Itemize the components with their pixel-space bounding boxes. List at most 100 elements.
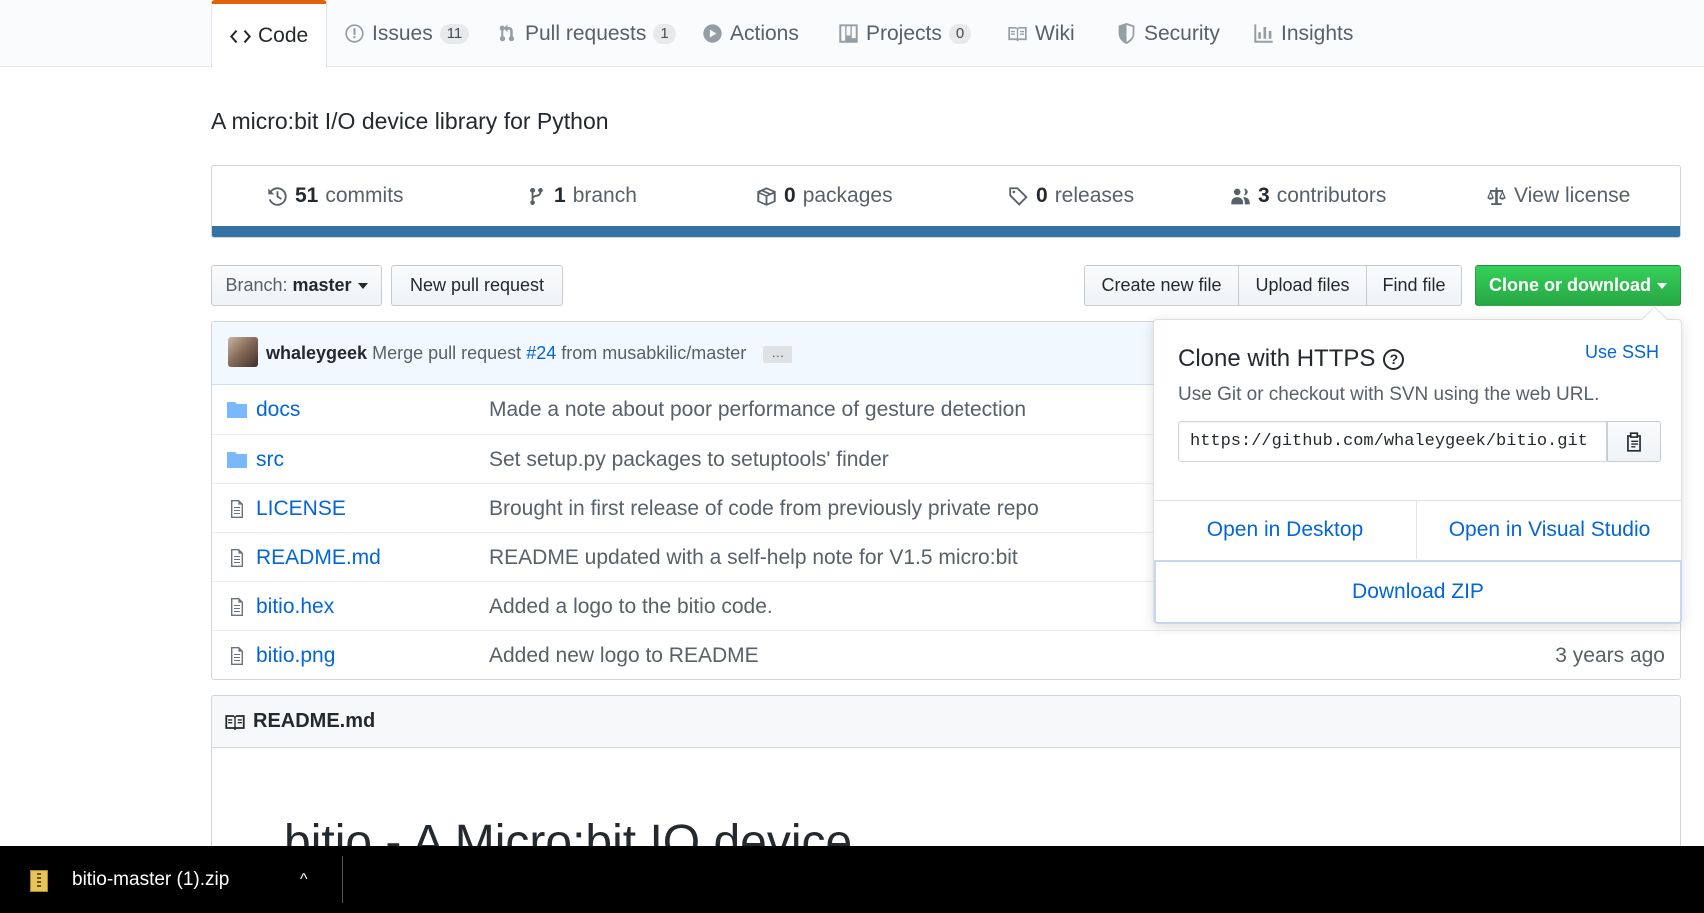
branch-label: branch bbox=[572, 184, 637, 207]
avatar[interactable] bbox=[228, 337, 258, 367]
file-icon bbox=[231, 598, 243, 616]
releases-label: releases bbox=[1054, 184, 1135, 207]
graph-icon bbox=[1254, 24, 1273, 43]
file-row: bitio.png Added new logo to README 3 yea… bbox=[212, 630, 1680, 679]
tab-pull-requests[interactable]: Pull requests 1 bbox=[479, 0, 694, 67]
clone-or-download-button[interactable]: Clone or download bbox=[1475, 265, 1681, 306]
branch-count: 1 bbox=[554, 184, 566, 207]
file-icon bbox=[231, 500, 243, 518]
use-ssh-link[interactable]: Use SSH bbox=[1585, 342, 1659, 363]
issues-counter: 11 bbox=[439, 23, 470, 44]
history-icon bbox=[268, 186, 287, 206]
file-commit-message[interactable]: Made a note about poor performance of ge… bbox=[489, 398, 1026, 422]
file-name[interactable]: src bbox=[256, 448, 284, 472]
file-name[interactable]: docs bbox=[256, 398, 300, 422]
find-file-button[interactable]: Find file bbox=[1366, 265, 1462, 306]
file-icon bbox=[231, 647, 243, 665]
tab-security[interactable]: Security bbox=[1098, 0, 1238, 67]
branch-link[interactable]: 1 branch bbox=[526, 184, 637, 208]
people-icon bbox=[1231, 188, 1250, 204]
packages-link[interactable]: 0 packages bbox=[756, 184, 893, 208]
commit-message-suffix: from musabkilic/master bbox=[561, 343, 747, 363]
clone-title-text: Clone with HTTPS bbox=[1178, 345, 1376, 372]
language-bar[interactable] bbox=[212, 226, 1680, 237]
tab-insights[interactable]: Insights bbox=[1235, 0, 1371, 67]
play-icon bbox=[703, 24, 722, 43]
project-icon bbox=[839, 24, 858, 43]
tab-label: Wiki bbox=[1035, 21, 1075, 45]
open-in-desktop-button[interactable]: Open in Desktop bbox=[1154, 501, 1417, 559]
folder-icon bbox=[227, 452, 247, 468]
commits-label: commits bbox=[325, 184, 404, 207]
package-icon bbox=[757, 186, 776, 206]
tab-label: Projects bbox=[866, 21, 942, 45]
releases-link[interactable]: 0 releases bbox=[1008, 184, 1134, 208]
commit-pr-link[interactable]: #24 bbox=[526, 343, 556, 363]
branch-select-button[interactable]: Branch: master bbox=[211, 265, 382, 306]
pr-counter: 1 bbox=[653, 23, 676, 44]
branch-prefix: Branch: bbox=[225, 275, 288, 295]
commit-author[interactable]: whaleygeek bbox=[266, 343, 367, 363]
tab-label: Pull requests bbox=[525, 21, 647, 45]
file-commit-message[interactable]: Brought in first release of code from pr… bbox=[489, 497, 1039, 521]
caret-down-icon bbox=[357, 282, 368, 289]
license-link[interactable]: View license bbox=[1486, 184, 1630, 208]
download-zip-button[interactable]: Download ZIP bbox=[1154, 560, 1682, 624]
file-commit-message[interactable]: Set setup.py packages to setuptools' fin… bbox=[489, 448, 889, 472]
download-bar: bitio-master (1).zip ^ bbox=[0, 846, 1704, 913]
contributors-count: 3 bbox=[1258, 184, 1270, 207]
tab-label: Actions bbox=[730, 21, 799, 45]
packages-label: packages bbox=[802, 184, 893, 207]
tab-issues[interactable]: Issues 11 bbox=[326, 0, 487, 67]
branch-icon bbox=[530, 187, 543, 205]
contributors-label: contributors bbox=[1276, 184, 1387, 207]
tab-projects[interactable]: Projects 0 bbox=[820, 0, 989, 67]
repo-description: A micro:bit I/O device library for Pytho… bbox=[211, 108, 609, 134]
clipboard-icon bbox=[1627, 431, 1641, 452]
clone-title: Clone with HTTPS ? bbox=[1178, 345, 1405, 373]
tab-wiki[interactable]: Wiki bbox=[989, 0, 1093, 67]
tab-label: Insights bbox=[1281, 21, 1354, 45]
book-icon bbox=[1008, 26, 1027, 42]
book-icon bbox=[225, 714, 245, 730]
upload-files-button[interactable]: Upload files bbox=[1238, 265, 1367, 306]
readme-filename: README.md bbox=[253, 710, 376, 732]
file-name[interactable]: bitio.hex bbox=[256, 595, 334, 619]
releases-count: 0 bbox=[1036, 184, 1048, 207]
repo-nav: Code Issues 11 Pull requests 1 Actions P… bbox=[0, 0, 1704, 68]
file-name[interactable]: bitio.png bbox=[256, 644, 335, 668]
open-in-visual-studio-button[interactable]: Open in Visual Studio bbox=[1417, 501, 1682, 559]
projects-counter: 0 bbox=[948, 23, 972, 44]
tab-label: Issues bbox=[372, 21, 433, 45]
new-pull-request-button[interactable]: New pull request bbox=[391, 265, 563, 306]
tag-icon bbox=[1009, 186, 1028, 206]
clone-popup: Clone with HTTPS ? Use SSH Use Git or ch… bbox=[1153, 319, 1682, 624]
tab-actions[interactable]: Actions bbox=[684, 0, 817, 67]
tab-code[interactable]: Code bbox=[211, 0, 328, 68]
file-name[interactable]: README.md bbox=[256, 546, 381, 570]
packages-count: 0 bbox=[784, 184, 796, 207]
open-in-row: Open in Desktop Open in Visual Studio bbox=[1154, 500, 1682, 559]
download-filename[interactable]: bitio-master (1).zip bbox=[72, 869, 229, 891]
page: Code Issues 11 Pull requests 1 Actions P… bbox=[0, 0, 1704, 913]
file-name[interactable]: LICENSE bbox=[256, 497, 346, 521]
copy-url-button[interactable] bbox=[1607, 421, 1661, 462]
file-commit-message[interactable]: README updated with a self-help note for… bbox=[489, 546, 1018, 570]
chevron-up-icon[interactable]: ^ bbox=[300, 871, 308, 889]
commits-link[interactable]: 51 commits bbox=[267, 184, 404, 208]
clone-label: Clone or download bbox=[1489, 275, 1651, 295]
caret-down-icon bbox=[1657, 282, 1667, 289]
question-icon[interactable]: ? bbox=[1383, 348, 1405, 370]
commit-message-prefix: Merge pull request bbox=[372, 343, 522, 363]
folder-icon bbox=[227, 402, 247, 418]
tab-label: Code bbox=[258, 24, 309, 47]
clone-url-input[interactable] bbox=[1178, 421, 1607, 462]
file-commit-message[interactable]: Added new logo to README bbox=[489, 644, 759, 668]
create-new-file-button[interactable]: Create new file bbox=[1084, 265, 1239, 306]
file-commit-message[interactable]: Added a logo to the bitio code. bbox=[489, 595, 773, 619]
divider bbox=[342, 856, 343, 903]
file-age: 3 years ago bbox=[1555, 644, 1665, 667]
commits-count: 51 bbox=[295, 184, 319, 207]
contributors-link[interactable]: 3 contributors bbox=[1230, 184, 1386, 208]
expand-commit-button[interactable]: … bbox=[763, 345, 793, 363]
